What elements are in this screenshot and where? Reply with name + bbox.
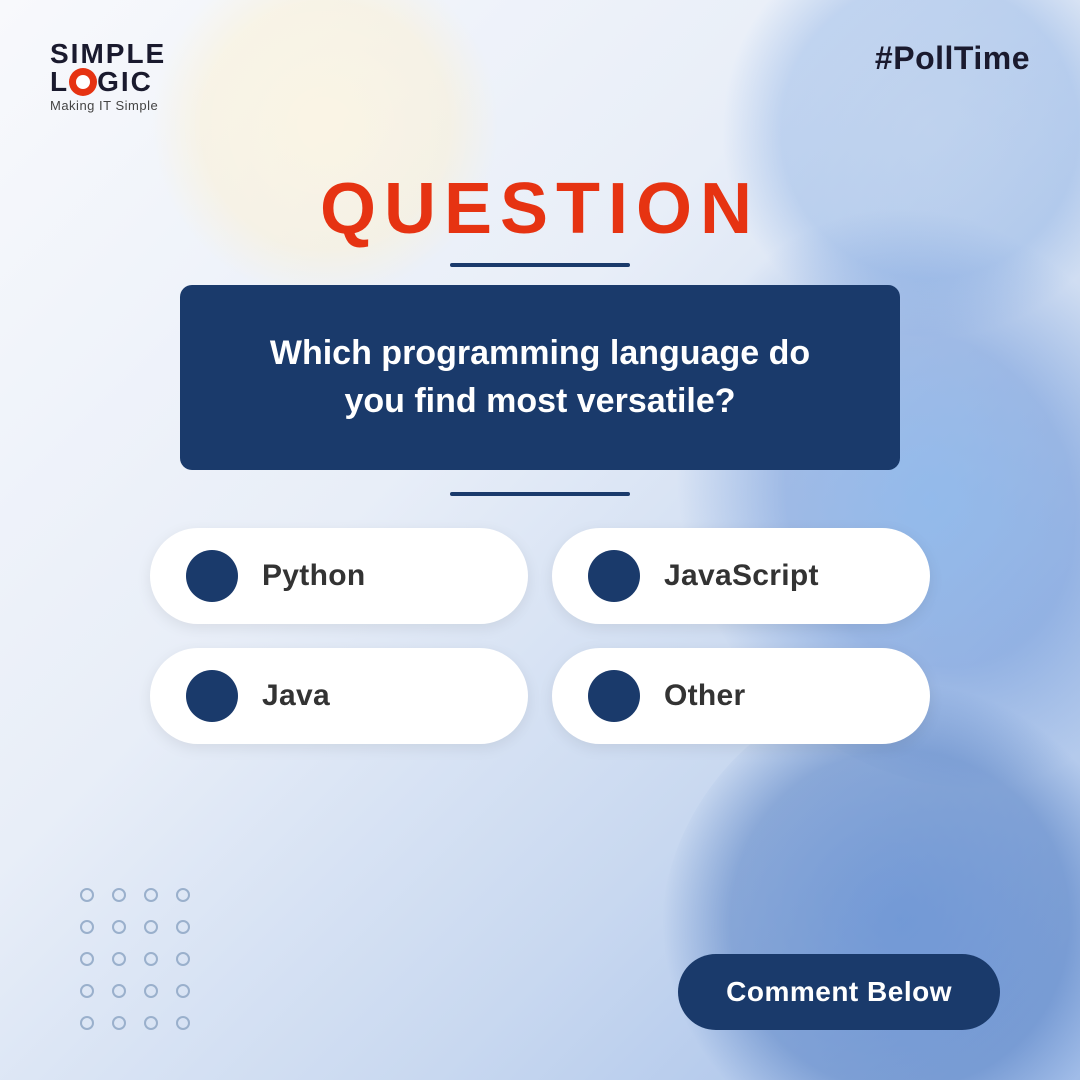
divider-bottom <box>450 492 630 496</box>
dot-6 <box>112 920 126 934</box>
logo-gic: GIC <box>97 68 153 96</box>
dot-16 <box>176 984 190 998</box>
main-content: QUESTION Which programming language do y… <box>0 173 1080 744</box>
option-label-python: Python <box>262 559 365 593</box>
dot-10 <box>112 952 126 966</box>
option-label-java: Java <box>262 679 330 713</box>
option-dot-java <box>186 670 238 722</box>
dot-5 <box>80 920 94 934</box>
dot-15 <box>144 984 158 998</box>
dot-3 <box>144 888 158 902</box>
option-python[interactable]: Python <box>150 528 528 624</box>
dot-18 <box>112 1016 126 1030</box>
question-box: Which programming language do you find m… <box>180 285 900 470</box>
option-javascript[interactable]: JavaScript <box>552 528 930 624</box>
comment-below-button[interactable]: Comment Below <box>678 954 1000 1030</box>
option-label-other: Other <box>664 679 746 713</box>
dot-4 <box>176 888 190 902</box>
logo-o-icon <box>69 68 97 96</box>
option-java[interactable]: Java <box>150 648 528 744</box>
logo-logic: L GIC <box>50 68 153 96</box>
option-dot-python <box>186 550 238 602</box>
dot-20 <box>176 1016 190 1030</box>
divider-top <box>450 263 630 267</box>
question-text: Which programming language do you find m… <box>240 330 840 425</box>
header: SIMPLE L GIC Making IT Simple #PollTime <box>0 0 1080 113</box>
dot-grid <box>80 888 190 1030</box>
hashtag-label: #PollTime <box>875 40 1030 77</box>
logo-l: L <box>50 68 69 96</box>
dot-9 <box>80 952 94 966</box>
dot-13 <box>80 984 94 998</box>
option-dot-javascript <box>588 550 640 602</box>
dot-17 <box>80 1016 94 1030</box>
option-label-javascript: JavaScript <box>664 559 819 593</box>
options-grid: Python JavaScript Java Other <box>150 528 930 744</box>
dot-11 <box>144 952 158 966</box>
section-label: QUESTION <box>320 173 760 245</box>
dot-12 <box>176 952 190 966</box>
dot-1 <box>80 888 94 902</box>
logo: SIMPLE L GIC Making IT Simple <box>50 40 166 113</box>
dot-8 <box>176 920 190 934</box>
dot-14 <box>112 984 126 998</box>
dot-7 <box>144 920 158 934</box>
page-container: SIMPLE L GIC Making IT Simple #PollTime … <box>0 0 1080 1080</box>
option-dot-other <box>588 670 640 722</box>
option-other[interactable]: Other <box>552 648 930 744</box>
dot-2 <box>112 888 126 902</box>
dot-19 <box>144 1016 158 1030</box>
logo-tagline: Making IT Simple <box>50 98 158 113</box>
bottom-row: Comment Below <box>0 858 1080 1080</box>
logo-simple: SIMPLE <box>50 40 166 68</box>
